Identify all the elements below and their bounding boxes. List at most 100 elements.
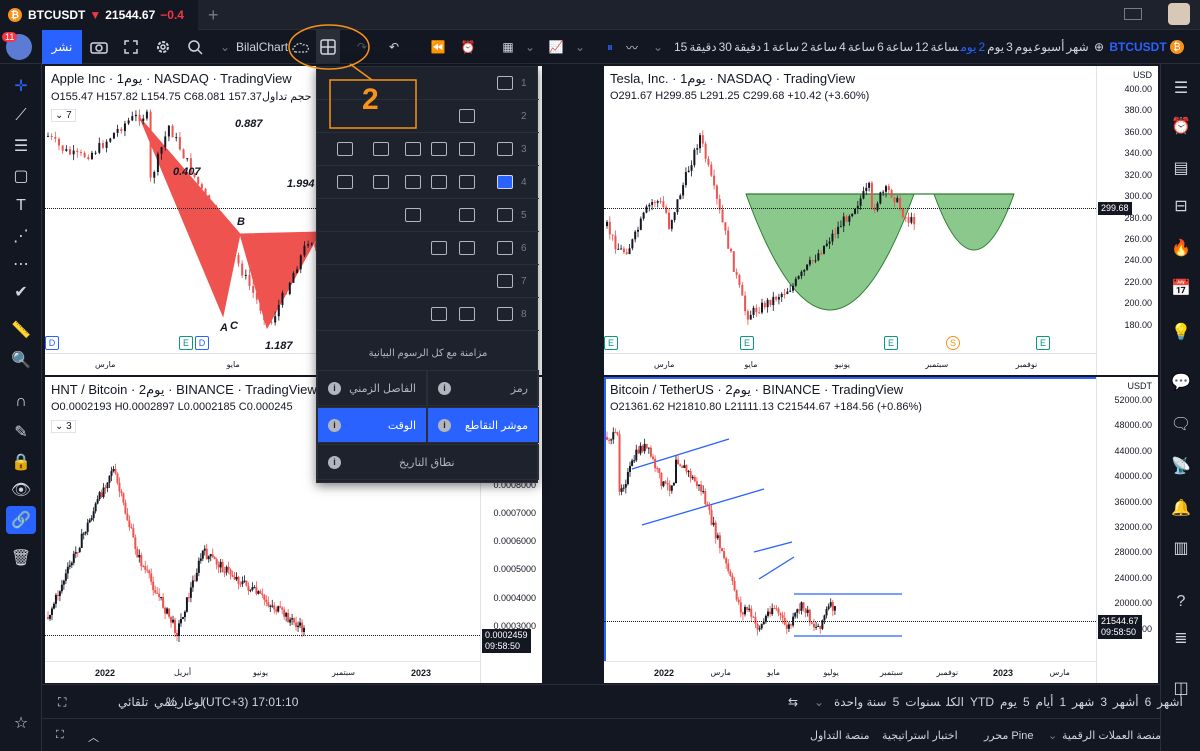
range-item[interactable]: يوم: [1000, 695, 1017, 709]
event-badge[interactable]: D: [195, 336, 209, 350]
chevron-down-icon[interactable]: ⌄: [1048, 729, 1057, 742]
check-icon[interactable]: ✔: [6, 278, 36, 306]
watchlist-icon[interactable]: ☰: [1169, 76, 1193, 100]
range-item[interactable]: 1: [1059, 695, 1066, 709]
range-item[interactable]: YTD: [970, 695, 994, 709]
chart-canvas[interactable]: [604, 66, 1096, 353]
event-badge[interactable]: E: [1036, 336, 1050, 350]
data-window-icon[interactable]: ▤: [1169, 156, 1193, 180]
pattern-icon[interactable]: ⋰: [6, 222, 36, 250]
interval-item[interactable]: ساعة: [931, 40, 959, 54]
layout-option-icon[interactable]: [405, 142, 421, 156]
range-item[interactable]: سنوات: [905, 695, 940, 709]
layout-option-icon[interactable]: [405, 175, 421, 189]
event-badge[interactable]: S: [946, 336, 960, 350]
help-icon[interactable]: ?: [1169, 590, 1193, 614]
interval-item[interactable]: 15: [674, 40, 687, 54]
shape-icon[interactable]: ▢: [6, 162, 36, 190]
layout-option-icon[interactable]: [497, 241, 513, 255]
layout-option-icon[interactable]: [459, 175, 475, 189]
chevron-down-icon[interactable]: ⌄: [814, 695, 824, 709]
layout-option-icon[interactable]: [459, 208, 475, 222]
strategy-tester-tab[interactable]: اختبار استراتيجية: [882, 729, 958, 742]
fullscreen-icon[interactable]: ⛶: [58, 695, 66, 710]
lock-icon[interactable]: 🔒: [6, 448, 36, 476]
info-icon[interactable]: i: [438, 418, 451, 432]
chevron-down-icon[interactable]: ⌄: [574, 30, 586, 64]
layout-option-icon[interactable]: [373, 142, 389, 156]
symbol-tab[interactable]: ₿ BTCUSDT ▼ 21544.67 −0.4: [0, 0, 198, 30]
interval-item[interactable]: يوم: [987, 40, 1004, 54]
link-icon[interactable]: 🔗: [6, 506, 36, 534]
camera-icon[interactable]: [86, 30, 112, 64]
layout-name-button[interactable]: ⌄ BilalChart: [214, 30, 294, 64]
info-icon[interactable]: i: [438, 381, 451, 395]
percent-toggle[interactable]: %: [166, 695, 177, 709]
interval-item[interactable]: دقيقة: [734, 40, 761, 54]
undo-icon[interactable]: ↶: [382, 30, 406, 64]
range-item[interactable]: سنة واحدة: [834, 695, 887, 709]
depth-icon[interactable]: ≣: [1169, 626, 1193, 650]
sync-option[interactable]: i نطاق التاريخ: [317, 444, 539, 480]
ideas-icon[interactable]: 💡: [1169, 320, 1193, 344]
range-item[interactable]: 5: [893, 695, 900, 709]
templates-icon[interactable]: ▦: [496, 30, 520, 64]
trading-panel-tab[interactable]: منصة التداول: [810, 729, 870, 742]
chart-canvas[interactable]: [604, 377, 1096, 661]
notifications-icon[interactable]: 🔔: [1169, 496, 1193, 520]
cloud-icon[interactable]: [290, 30, 312, 64]
hotlist-icon[interactable]: 🔥: [1169, 236, 1193, 260]
chevron-down-icon[interactable]: ⌄: [652, 30, 664, 64]
interval-item[interactable]: ساعة: [886, 40, 913, 54]
maximize-icon[interactable]: ⛶: [56, 729, 64, 742]
layout-option-icon[interactable]: [337, 175, 353, 189]
interval-item[interactable]: 12: [915, 40, 928, 54]
dom-icon[interactable]: ▥: [1169, 536, 1193, 560]
interval-item[interactable]: ساعة: [848, 40, 875, 54]
event-badge[interactable]: E: [604, 336, 618, 350]
interval-item[interactable]: يوم: [1015, 40, 1032, 54]
user-avatar[interactable]: [1168, 3, 1190, 25]
event-badge[interactable]: E: [884, 336, 898, 350]
pine-editor-tab[interactable]: محرر Pine: [984, 729, 1033, 742]
layout-option-icon[interactable]: [431, 142, 447, 156]
range-item[interactable]: أيام: [1036, 695, 1054, 709]
layout-option-icon[interactable]: [373, 175, 389, 189]
layout-option-icon[interactable]: [459, 142, 475, 156]
timezone-button[interactable]: (UTC+3) 17:01:10: [202, 695, 298, 709]
zoom-icon[interactable]: 🔍: [6, 346, 36, 374]
symbol-search[interactable]: BTCUSDT: [1109, 30, 1166, 64]
layout-option-icon[interactable]: [497, 76, 513, 90]
info-icon[interactable]: i: [328, 381, 341, 395]
chat-icon[interactable]: 💬: [1169, 370, 1193, 394]
chat-rooms-icon[interactable]: 🗨: [1169, 412, 1193, 436]
crypto-screener-tab[interactable]: منصة العملات الرقمية: [1062, 729, 1161, 742]
interval-item[interactable]: 2: [978, 40, 985, 54]
gear-icon[interactable]: [150, 30, 176, 64]
interval-item[interactable]: 30: [719, 40, 732, 54]
layout-option-icon[interactable]: [497, 307, 513, 321]
event-badge[interactable]: D: [45, 336, 59, 350]
lock-drawing-icon[interactable]: ✎: [6, 418, 36, 446]
chart-panel-btc[interactable]: Bitcoin / TetherUS · 2يوم · BINANCE · Tr…: [604, 377, 1158, 683]
interval-item[interactable]: 4: [839, 40, 846, 54]
event-badge[interactable]: E: [179, 336, 193, 350]
layout-grid-button[interactable]: [316, 30, 340, 64]
indicators-icon[interactable]: 📈: [544, 30, 568, 64]
interval-item[interactable]: شهر: [1066, 40, 1088, 54]
candles-icon[interactable]: ⏸: [598, 30, 622, 64]
interval-item[interactable]: ساعة: [772, 40, 799, 54]
layout-option-icon[interactable]: [337, 142, 353, 156]
interval-item[interactable]: 3: [1006, 40, 1013, 54]
screen-icon[interactable]: [1124, 8, 1142, 20]
go-to-date-icon[interactable]: ⇆: [788, 695, 798, 709]
eye-icon[interactable]: 👁: [6, 476, 36, 504]
layout-option-icon[interactable]: [405, 208, 421, 222]
time-axis[interactable]: مارس مايو يونيو سبتمبر نوفمبر: [604, 353, 1096, 375]
sync-option[interactable]: i موشر التقاطع: [427, 407, 539, 443]
trash-icon[interactable]: 🗑: [6, 544, 36, 572]
range-item[interactable]: الكل: [946, 695, 964, 709]
streams-icon[interactable]: 📡: [1169, 454, 1193, 478]
user-menu[interactable]: 11: [0, 30, 38, 64]
sync-option[interactable]: i الفاصل الزمني: [317, 370, 427, 406]
